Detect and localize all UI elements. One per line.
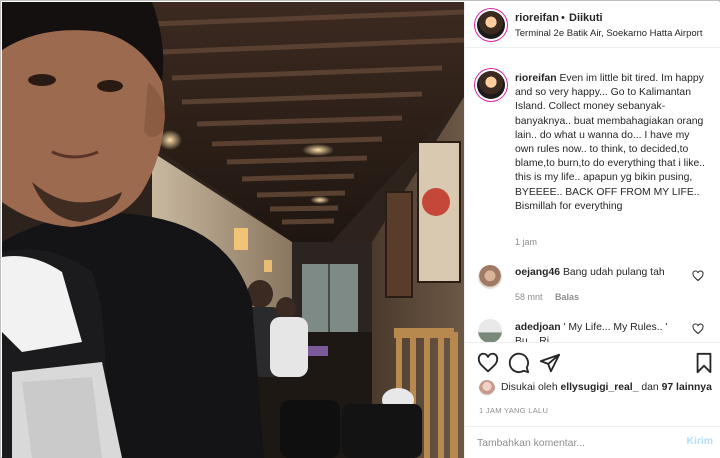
comment-time[interactable]: 58 mnt: [515, 292, 543, 302]
comment-avatar[interactable]: [478, 319, 502, 342]
comment-input[interactable]: [477, 433, 667, 453]
comment-composer: Kirim: [465, 426, 720, 458]
instagram-post-window: rioreifan • Diikuti Terminal 2e Batik Ai…: [0, 0, 720, 458]
comments-section: rioreifan Even im little bit tired. Im h…: [465, 49, 720, 342]
liker-avatar[interactable]: [479, 380, 495, 396]
heart-icon[interactable]: [477, 352, 499, 374]
comment-username[interactable]: adedjoan: [515, 322, 561, 333]
post-photo[interactable]: [2, 2, 464, 458]
likes-connector: dan: [641, 382, 659, 393]
comment-line: oejang46 Bang udah pulang tah: [515, 267, 665, 278]
reply-button[interactable]: Balas: [555, 292, 579, 302]
likes-prefix: Disukai oleh: [501, 382, 558, 393]
liker-username[interactable]: ellysugigi_real_: [561, 382, 639, 393]
follow-status-button[interactable]: Diikuti: [569, 12, 603, 24]
header-username[interactable]: rioreifan: [515, 12, 559, 24]
likes-summary: Disukai oleh ellysugigi_real_ dan 97 lai…: [501, 382, 712, 393]
comment-text: Bang udah pulang tah: [562, 267, 665, 278]
comment-username[interactable]: oejang46: [515, 267, 560, 278]
bookmark-icon[interactable]: [693, 352, 715, 374]
comment-heart-icon[interactable]: [692, 323, 704, 335]
selfie-cafe-image: [2, 2, 464, 458]
caption-text-block: rioreifan Even im little bit tired. Im h…: [515, 72, 711, 214]
likes-others-link[interactable]: 97 lainnya: [662, 382, 712, 393]
comment-heart-icon[interactable]: [692, 270, 704, 282]
posted-time[interactable]: 1 JAM YANG LALU: [479, 406, 548, 415]
header-avatar[interactable]: [477, 11, 505, 39]
share-icon[interactable]: [539, 352, 561, 374]
post-side-panel: rioreifan • Diikuti Terminal 2e Batik Ai…: [464, 2, 720, 458]
caption-body: Even im little bit tired. Im happy and s…: [515, 73, 706, 212]
comment-avatar[interactable]: [478, 265, 502, 289]
header-separator-dot: •: [561, 12, 565, 24]
caption-time[interactable]: 1 jam: [515, 237, 537, 247]
post-actions: Disukai oleh ellysugigi_real_ dan 97 lai…: [465, 342, 720, 426]
comment-icon[interactable]: [508, 352, 530, 374]
caption-avatar[interactable]: [477, 71, 505, 99]
location-link[interactable]: Terminal 2e Batik Air, Soekarno Hatta Ai…: [515, 28, 702, 39]
post-header: rioreifan • Diikuti Terminal 2e Batik Ai…: [465, 2, 720, 48]
comment-line: adedjoan ' My Life... My Rules.. ' Bu...…: [515, 321, 685, 342]
caption-username[interactable]: rioreifan: [515, 73, 557, 84]
send-comment-button[interactable]: Kirim: [686, 436, 713, 447]
